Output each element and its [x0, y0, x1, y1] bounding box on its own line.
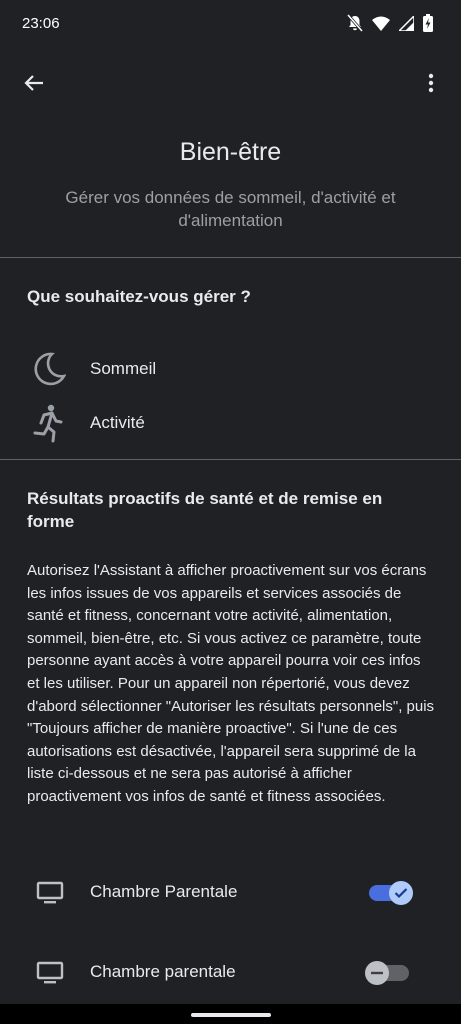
divider: [0, 459, 461, 460]
divider: [0, 257, 461, 258]
monitor-icon: [36, 881, 64, 905]
app-bar: [0, 55, 461, 111]
list-item-activite[interactable]: Activité: [0, 396, 461, 450]
manage-section-heading: Que souhaitez-vous gérer ?: [27, 287, 251, 306]
proactive-section-heading: Résultats proactifs de santé et de remis…: [27, 489, 383, 531]
device-toggle[interactable]: [369, 881, 413, 905]
status-icons: [346, 13, 433, 37]
running-person-icon: [30, 404, 66, 443]
moon-icon: [30, 351, 66, 387]
toggle-thumb: [365, 961, 389, 985]
wifi-icon: [372, 16, 390, 36]
cell-signal-icon: [397, 13, 415, 36]
page-title: Bien-être: [179, 138, 282, 166]
home-gesture-handle[interactable]: [191, 1013, 271, 1017]
toggle-thumb: [389, 881, 413, 905]
device-label: Chambre Parentale: [90, 882, 238, 901]
back-button[interactable]: [14, 63, 54, 103]
more-options-button[interactable]: [415, 63, 447, 103]
device-row[interactable]: Chambre Parentale: [0, 863, 461, 923]
check-icon: [394, 888, 408, 899]
list-item-label: Sommeil: [90, 359, 157, 378]
navigation-bar: [0, 1004, 461, 1024]
page-subtitle: Gérer vos données de sommeil, d'activité…: [65, 188, 396, 230]
device-toggle[interactable]: [365, 961, 409, 985]
device-row[interactable]: Chambre parentale: [0, 943, 461, 1003]
device-label: Chambre parentale: [90, 962, 236, 981]
list-item-label: Activité: [90, 413, 145, 432]
battery-charging-icon: [423, 14, 433, 37]
minus-icon: [371, 971, 383, 975]
status-bar: 23:06: [0, 0, 461, 50]
status-time: 23:06: [22, 15, 60, 32]
notifications-off-icon: [346, 14, 364, 37]
list-item-sommeil[interactable]: Sommeil: [0, 342, 461, 396]
arrow-back-icon: [24, 75, 43, 91]
monitor-icon: [36, 961, 64, 985]
proactive-description: Autorisez l'Assistant à afficher proacti…: [27, 562, 435, 805]
more-vert-icon: [428, 73, 434, 93]
